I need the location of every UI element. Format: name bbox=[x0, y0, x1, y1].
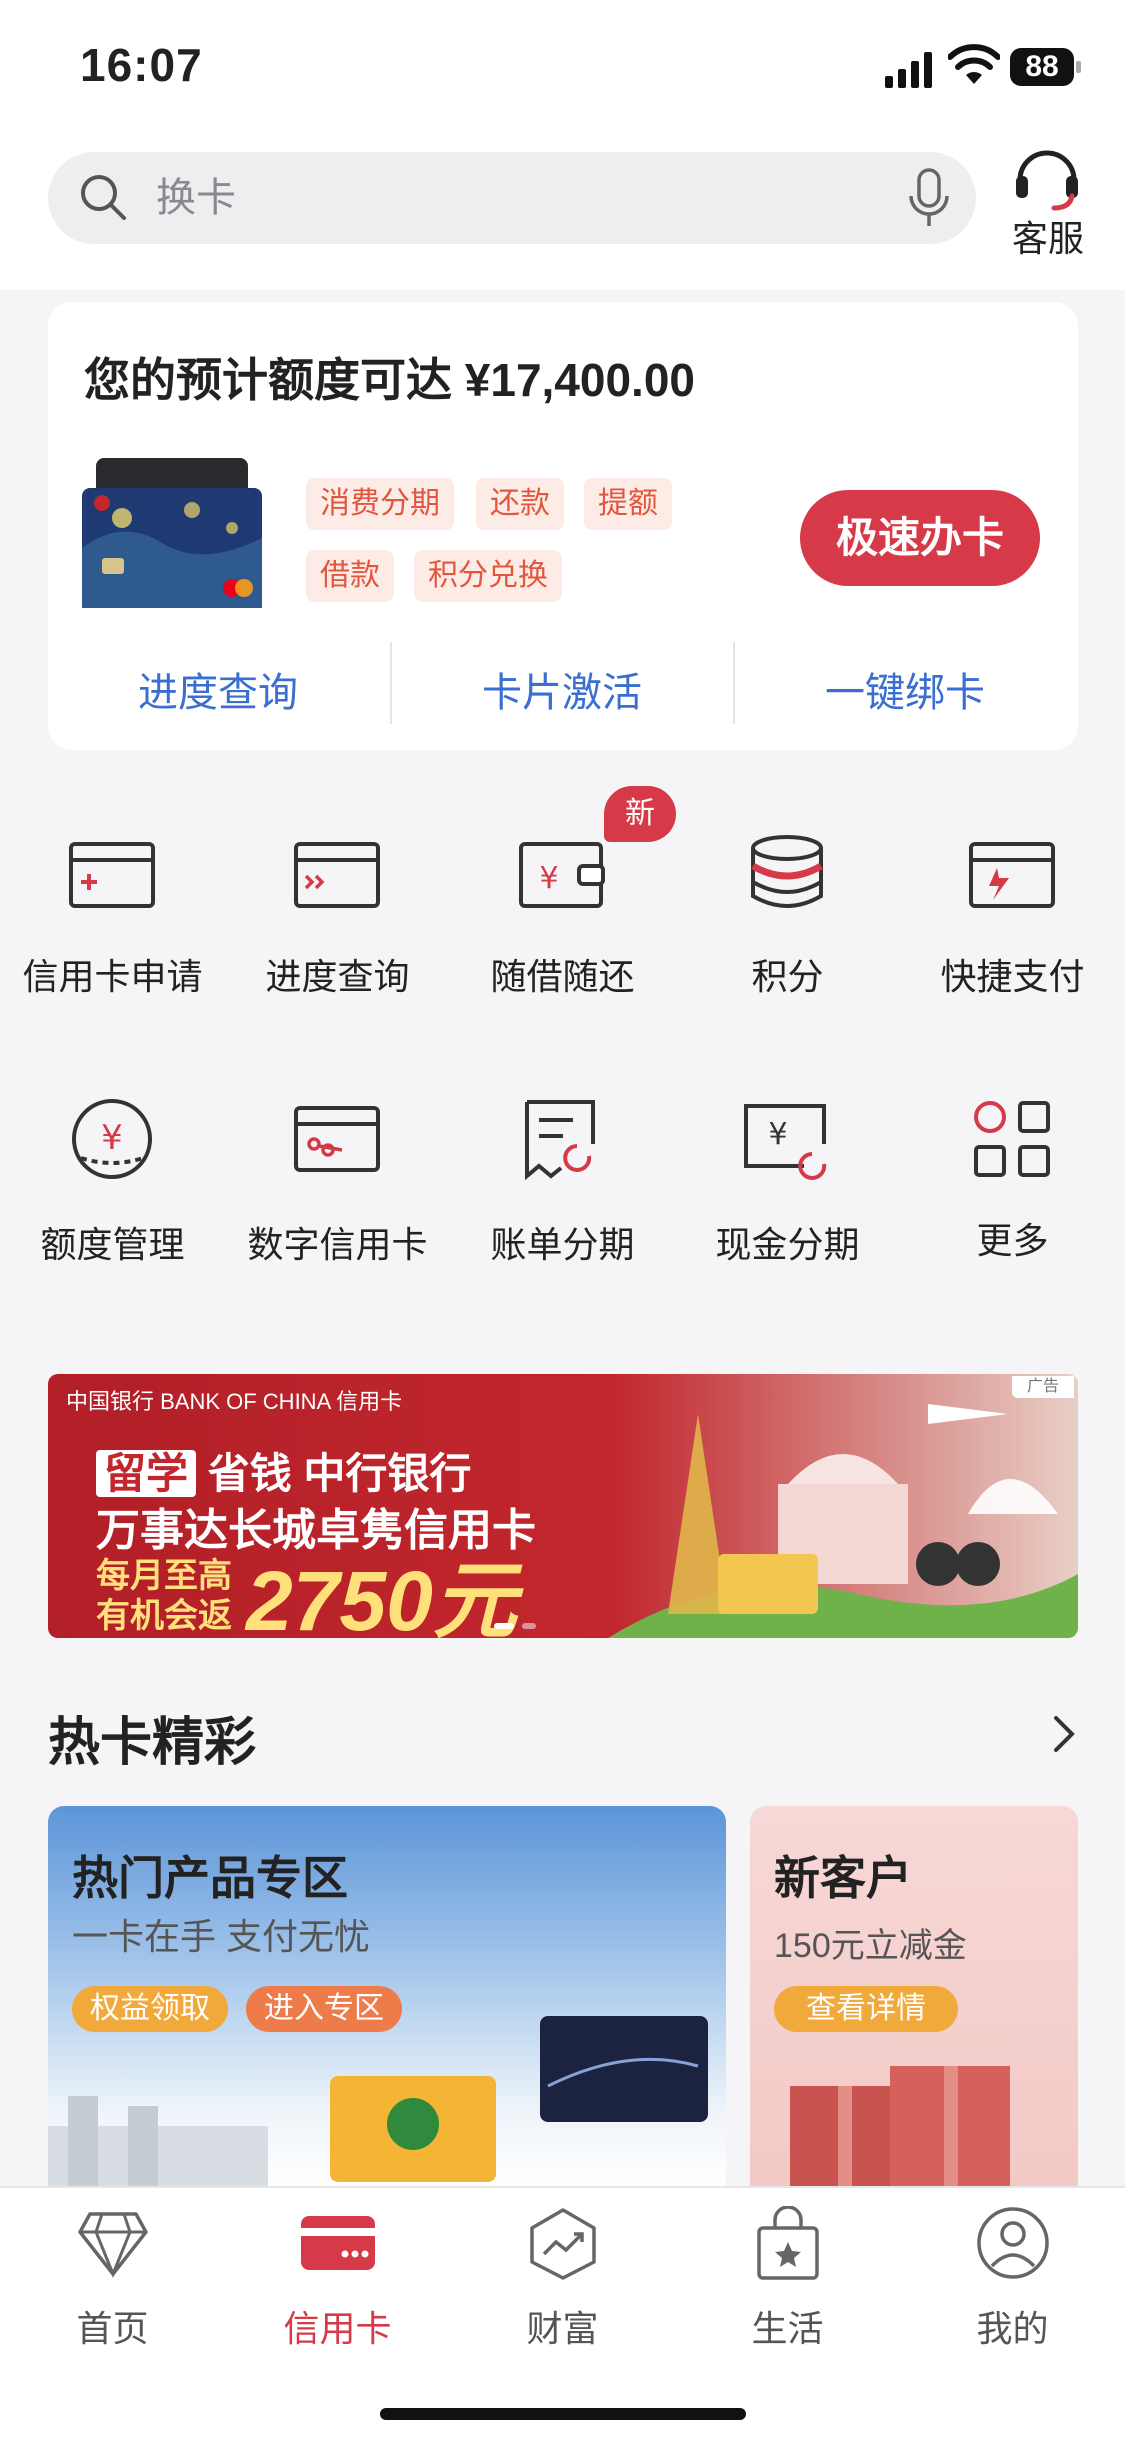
grid-label: 更多 bbox=[976, 1220, 1049, 1261]
home-indicator bbox=[380, 2408, 746, 2420]
grid-label: 快捷支付 bbox=[940, 956, 1085, 997]
microphone-icon[interactable] bbox=[908, 168, 950, 230]
grid-label: 数字信用卡 bbox=[247, 1224, 428, 1265]
battery-level: 88 bbox=[1010, 48, 1074, 86]
coins-stack-icon bbox=[751, 835, 823, 908]
svg-text:¥: ¥ bbox=[768, 1117, 787, 1152]
yuan-circle-icon: ¥ bbox=[72, 1099, 152, 1179]
grid-label: 现金分期 bbox=[715, 1224, 860, 1265]
banner-pagination bbox=[494, 1616, 544, 1634]
credit-card-image bbox=[82, 458, 262, 608]
hot-products-title: 热门产品专区 bbox=[72, 1852, 348, 1904]
enter-zone-button[interactable]: 进入专区 bbox=[246, 1986, 402, 2032]
grid-label: 信用卡申请 bbox=[22, 956, 203, 997]
person-icon bbox=[977, 2207, 1049, 2279]
card-activation-link[interactable]: 卡片激活 bbox=[392, 660, 732, 718]
digital-card-icon bbox=[294, 1106, 380, 1172]
headset-icon[interactable] bbox=[1010, 140, 1084, 214]
svg-text:¥: ¥ bbox=[101, 1118, 123, 1158]
tab-home[interactable]: 首页 bbox=[0, 2188, 225, 2388]
grid-item-cash-installment[interactable]: ¥ 现金分期 bbox=[675, 1094, 900, 1274]
card-plus-icon bbox=[69, 842, 155, 908]
hot-products-illustration bbox=[48, 2016, 708, 2186]
banner-illustration bbox=[608, 1404, 1078, 1638]
grid-item-progress-query[interactable]: 进度查询 bbox=[225, 830, 450, 1010]
function-grid-row-1: 信用卡申请 进度查询 ¥ 随借随还 积分 快捷支付 bbox=[0, 830, 1125, 1010]
gift-box-illustration bbox=[790, 2066, 1010, 2186]
chart-up-icon bbox=[530, 2208, 596, 2280]
credit-card-icon bbox=[301, 2216, 375, 2270]
wifi-icon bbox=[948, 44, 1000, 84]
tab-credit-card[interactable]: 信用卡 bbox=[225, 2188, 450, 2388]
estimated-limit-text: 您的预计额度可达 ¥17,400.00 bbox=[84, 354, 696, 406]
status-time: 16:07 bbox=[80, 39, 203, 91]
customer-service-label[interactable]: 客服 bbox=[998, 210, 1098, 262]
bill-installment-icon bbox=[525, 1100, 595, 1181]
tab-label: 财富 bbox=[526, 2308, 599, 2349]
search-icon bbox=[81, 175, 126, 220]
function-grid-row-2: ¥ 额度管理 数字信用卡 账单分期 ¥ 现金分期 更多 bbox=[0, 1094, 1125, 1274]
cellular-signal-icon bbox=[885, 52, 932, 88]
one-click-bind-link[interactable]: 一键绑卡 bbox=[735, 660, 1075, 718]
progress-query-link[interactable]: 进度查询 bbox=[48, 660, 388, 718]
banner-headline: 留学 省钱 中行银行 bbox=[96, 1440, 471, 1501]
tab-label: 首页 bbox=[76, 2308, 149, 2349]
grid-label: 进度查询 bbox=[265, 956, 410, 997]
more-grid-icon bbox=[974, 1101, 1050, 1177]
new-badge: 新 bbox=[604, 786, 676, 842]
diamond-icon bbox=[78, 2212, 148, 2278]
banner-line3b: 有机会返 bbox=[96, 1597, 232, 1635]
tab-wealth[interactable]: 财富 bbox=[450, 2188, 675, 2388]
new-customer-title: 新客户 bbox=[774, 1852, 912, 1904]
grid-item-limit-management[interactable]: ¥ 额度管理 bbox=[0, 1094, 225, 1274]
shopping-bag-icon bbox=[757, 2206, 819, 2280]
svg-text:¥: ¥ bbox=[539, 861, 558, 896]
grid-item-card-apply[interactable]: 信用卡申请 bbox=[0, 830, 225, 1010]
grid-label: 账单分期 bbox=[490, 1224, 635, 1265]
new-customer-subtitle: 150元立减金 bbox=[774, 1927, 967, 1965]
grid-label: 额度管理 bbox=[40, 1224, 185, 1265]
tab-label: 我的 bbox=[976, 2308, 1049, 2349]
tab-life[interactable]: 生活 bbox=[675, 2188, 900, 2388]
view-details-button[interactable]: 查看详情 bbox=[774, 1986, 958, 2032]
cash-installment-icon: ¥ bbox=[744, 1104, 827, 1180]
banner-headline-rest: 省钱 中行银行 bbox=[207, 1450, 472, 1497]
tab-label: 信用卡 bbox=[283, 2308, 392, 2349]
grid-item-more[interactable]: 更多 bbox=[900, 1094, 1125, 1274]
card-lightning-icon bbox=[969, 842, 1055, 908]
tab-bar: 首页 信用卡 财富 生活 我的 bbox=[0, 2186, 1125, 2438]
grid-item-quick-pay[interactable]: 快捷支付 bbox=[900, 830, 1125, 1010]
grid-label: 积分 bbox=[751, 956, 824, 997]
banner-highlight: 留学 bbox=[96, 1450, 197, 1497]
grid-item-borrow-repay[interactable]: ¥ 随借随还 bbox=[450, 830, 675, 1010]
tag-borrow[interactable]: 借款 bbox=[306, 550, 394, 602]
search-placeholder[interactable]: 换卡 bbox=[156, 172, 236, 224]
bank-logo: 中国银行 BANK OF CHINA 信用卡 bbox=[66, 1389, 403, 1414]
quick-apply-button[interactable]: 极速办卡 bbox=[800, 490, 1040, 586]
grid-item-digital-card[interactable]: 数字信用卡 bbox=[225, 1094, 450, 1274]
rights-claim-button[interactable]: 权益领取 bbox=[72, 1986, 228, 2032]
tab-label: 生活 bbox=[751, 2308, 824, 2349]
chevron-right-icon[interactable] bbox=[1050, 1712, 1080, 1756]
grid-item-points[interactable]: 积分 bbox=[675, 830, 900, 1010]
tab-mine[interactable]: 我的 bbox=[900, 2188, 1125, 2388]
tag-repay[interactable]: 还款 bbox=[476, 478, 564, 530]
grid-label: 随借随还 bbox=[490, 956, 635, 997]
tag-points-exchange[interactable]: 积分兑换 bbox=[414, 550, 562, 602]
hot-products-subtitle: 一卡在手 支付无忧 bbox=[72, 1916, 371, 1957]
banner-amount: 2750元 bbox=[246, 1554, 517, 1648]
tag-raise-limit[interactable]: 提额 bbox=[584, 478, 672, 530]
ad-label: 广告 bbox=[1012, 1376, 1074, 1398]
tag-consumer-installment[interactable]: 消费分期 bbox=[306, 478, 454, 530]
wallet-yuan-icon: ¥ bbox=[519, 842, 605, 908]
card-progress-icon bbox=[294, 842, 380, 908]
section-title: 热卡精彩 bbox=[48, 1714, 257, 1772]
battery-icon: 88 bbox=[1010, 48, 1082, 86]
grid-item-bill-installment[interactable]: 账单分期 bbox=[450, 1094, 675, 1274]
